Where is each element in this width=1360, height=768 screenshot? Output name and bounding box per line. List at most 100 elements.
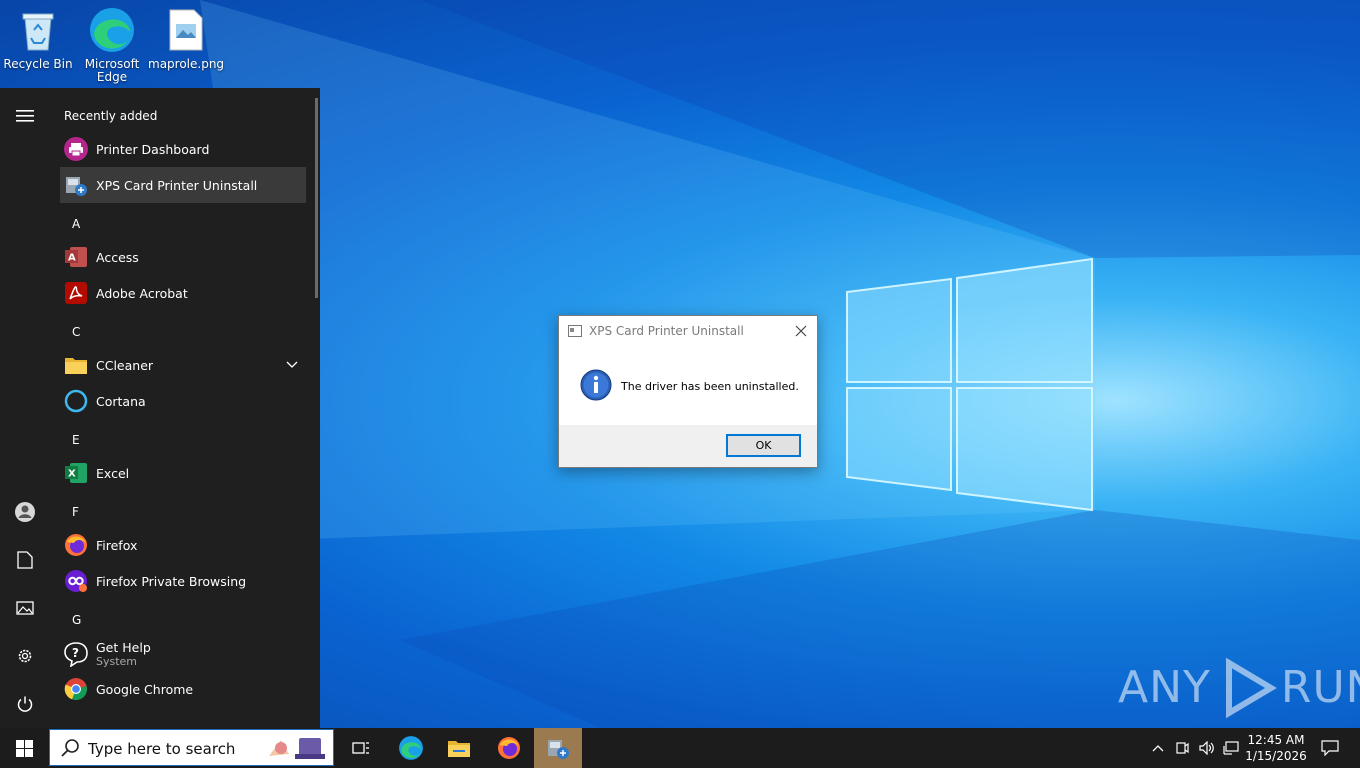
dialog-titlebar[interactable]: XPS Card Printer Uninstall <box>559 316 817 346</box>
clock-date: 1/15/2026 <box>1245 749 1307 763</box>
taskbar: Type here to search 12:45 AM 1/15/2026 <box>0 728 1360 768</box>
app-excel[interactable]: X Excel <box>60 455 306 491</box>
app-ccleaner-folder[interactable]: CCleaner <box>60 347 306 383</box>
uninstall-icon <box>548 740 569 759</box>
start-rail <box>0 88 50 728</box>
clock[interactable]: 12:45 AM 1/15/2026 <box>1244 728 1308 768</box>
settings-icon <box>18 649 32 663</box>
cortana-icon <box>63 388 89 414</box>
edge-icon <box>88 6 136 54</box>
desktop-icon-edge[interactable]: Microsoft Edge <box>74 6 150 84</box>
app-label: Excel <box>96 465 130 481</box>
user-icon <box>15 502 35 522</box>
svg-text:A: A <box>68 253 76 264</box>
documents-icon <box>17 551 33 569</box>
recycle-bin-icon <box>14 6 62 54</box>
taskbar-edge[interactable] <box>388 728 434 768</box>
desktop-icon-recycle-bin[interactable]: Recycle Bin <box>0 6 76 71</box>
app-firefox-private[interactable]: Firefox Private Browsing <box>60 563 306 599</box>
dialog-message: The driver has been uninstalled. <box>621 380 799 393</box>
taskbar-file-explorer[interactable] <box>436 728 482 768</box>
ethernet-icon <box>1223 741 1239 755</box>
group-letter-f[interactable]: F <box>72 505 79 519</box>
desktop-icon-maprole[interactable]: maprole.png <box>148 6 224 71</box>
app-label: Access <box>96 249 139 265</box>
app-cortana[interactable]: Cortana <box>60 383 306 419</box>
watermark-left: ANY <box>1118 662 1211 713</box>
pictures-button[interactable] <box>0 588 50 628</box>
volume-button[interactable] <box>1196 728 1218 768</box>
group-letter-a[interactable]: A <box>72 217 80 231</box>
task-view-button[interactable] <box>338 728 384 768</box>
action-center-button[interactable] <box>1310 728 1350 768</box>
network-button[interactable] <box>1220 728 1242 768</box>
windows-logo-icon <box>15 739 33 757</box>
start-menu: Recently added Printer Dashboard XPS Car… <box>0 88 320 728</box>
close-icon[interactable] <box>795 325 807 337</box>
anyrun-watermark: ANY RUN <box>1118 655 1360 720</box>
hamburger-icon <box>16 110 34 122</box>
app-list: Recently added Printer Dashboard XPS Car… <box>50 88 312 728</box>
notifications-icon <box>1321 740 1339 756</box>
show-hidden-icons-button[interactable] <box>1148 728 1168 768</box>
app-adobe-acrobat[interactable]: Adobe Acrobat <box>60 275 306 311</box>
image-file-icon <box>162 6 210 54</box>
search-icon <box>61 739 79 757</box>
message-dialog: XPS Card Printer Uninstall The driver ha… <box>558 315 818 468</box>
app-xps-card-printer-uninstall[interactable]: XPS Card Printer Uninstall <box>60 167 306 203</box>
task-view-icon <box>352 742 369 754</box>
recently-added-heading: Recently added <box>64 109 158 123</box>
volume-icon <box>1199 741 1214 755</box>
chevron-down-icon[interactable] <box>286 361 298 369</box>
documents-button[interactable] <box>0 540 50 580</box>
group-letter-c[interactable]: C <box>72 325 80 339</box>
app-label: XPS Card Printer Uninstall <box>96 177 258 193</box>
acrobat-icon <box>63 280 89 306</box>
svg-text:?: ? <box>72 646 79 660</box>
group-letter-g[interactable]: G <box>72 613 81 627</box>
app-label: Adobe Acrobat <box>96 285 188 301</box>
app-label: Firefox <box>96 537 138 553</box>
settings-button[interactable] <box>0 636 50 676</box>
edge-icon <box>399 736 423 760</box>
app-list-scrollbar[interactable] <box>315 98 318 298</box>
app-firefox[interactable]: Firefox <box>60 527 306 563</box>
account-button[interactable] <box>0 492 50 532</box>
pictures-icon <box>16 601 34 615</box>
chrome-icon <box>63 676 89 702</box>
desktop-icon-label: Microsoft Edge <box>84 57 140 84</box>
power-button[interactable] <box>0 684 50 724</box>
app-label: Get Help <box>96 640 151 655</box>
app-access[interactable]: A Access <box>60 239 306 275</box>
power-icon <box>17 696 33 712</box>
group-letter-e[interactable]: E <box>72 433 80 447</box>
app-google-chrome[interactable]: Google Chrome <box>60 671 306 707</box>
search-placeholder: Type here to search <box>88 740 236 758</box>
folder-icon <box>63 352 89 378</box>
expand-button[interactable] <box>0 96 50 136</box>
excel-icon: X <box>63 460 89 486</box>
ok-button[interactable]: OK <box>726 434 801 457</box>
desktop-icon-label: maprole.png <box>148 57 225 71</box>
watermark-right: RUN <box>1280 662 1360 713</box>
app-get-help[interactable]: ? Get Help System <box>60 635 306 673</box>
play-logo-icon <box>1225 657 1277 718</box>
start-button[interactable] <box>0 728 48 768</box>
info-icon <box>580 369 612 401</box>
app-printer-dashboard[interactable]: Printer Dashboard <box>60 131 306 167</box>
get-help-icon: ? <box>63 641 89 667</box>
printer-dashboard-icon <box>63 136 89 162</box>
app-sublabel: System <box>96 655 138 668</box>
dialog-title: XPS Card Printer Uninstall <box>589 324 744 338</box>
search-box[interactable]: Type here to search <box>49 729 334 766</box>
file-explorer-icon <box>448 741 470 757</box>
taskbar-xps-uninstall[interactable] <box>534 728 582 768</box>
meet-now-button[interactable] <box>1172 728 1192 768</box>
firefox-icon <box>498 737 520 759</box>
app-label: Firefox Private Browsing <box>96 573 247 589</box>
taskbar-firefox[interactable] <box>486 728 532 768</box>
uninstall-icon <box>63 172 89 198</box>
access-icon: A <box>63 244 89 270</box>
firefox-private-icon <box>63 568 89 594</box>
network-icon <box>1176 742 1189 754</box>
